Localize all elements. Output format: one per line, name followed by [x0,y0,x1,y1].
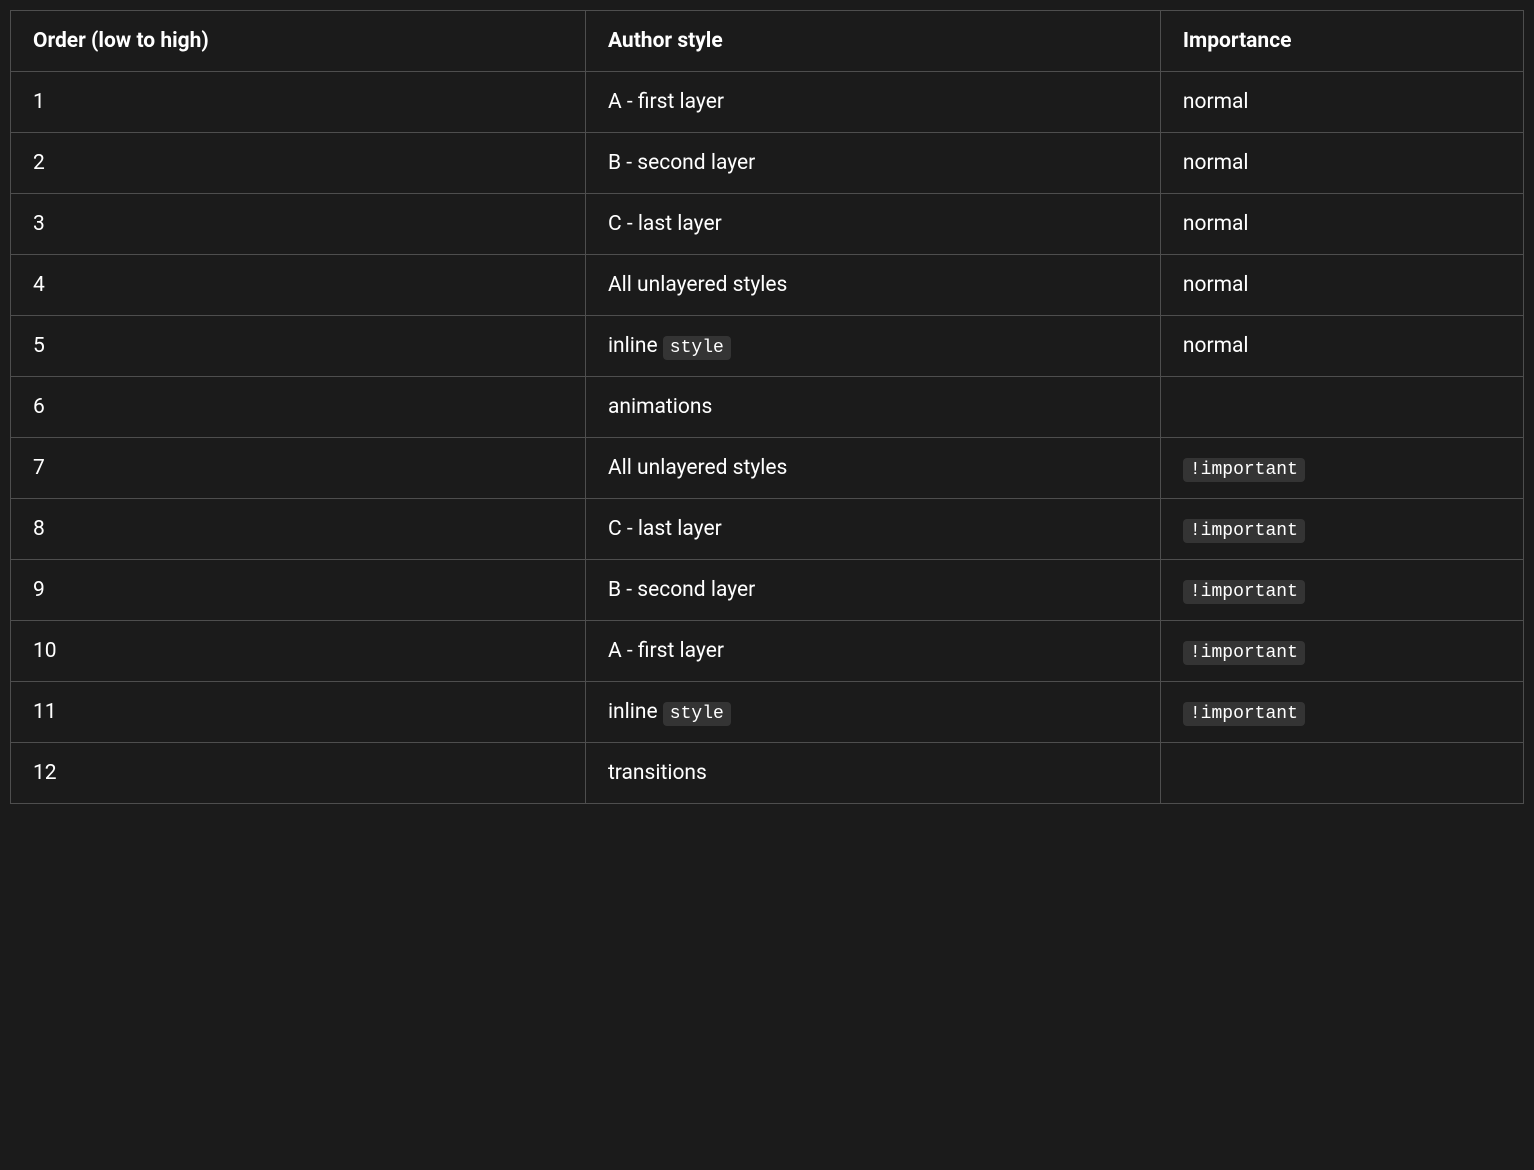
cell-order: 2 [11,133,586,194]
table-row: 11inline style !important [11,682,1524,743]
header-importance: Importance [1160,11,1523,72]
cell-order: 11 [11,682,586,743]
cell-importance: normal [1160,72,1523,133]
cell-order: 8 [11,499,586,560]
cell-author-style: C - last layer [585,194,1160,255]
table-row: 1A - first layernormal [11,72,1524,133]
table-header-row: Order (low to high) Author style Importa… [11,11,1524,72]
cell-order: 3 [11,194,586,255]
cell-order: 4 [11,255,586,316]
cell-order: 12 [11,743,586,804]
cell-author-style: B - second layer [585,133,1160,194]
code-token: !important [1183,580,1305,604]
cell-author-style: All unlayered styles [585,438,1160,499]
cell-importance: normal [1160,316,1523,377]
cell-author-style: inline style [585,316,1160,377]
cell-author-style: B - second layer [585,560,1160,621]
code-token: !important [1183,641,1305,665]
cell-importance: !important [1160,438,1523,499]
cell-order: 10 [11,621,586,682]
cell-importance: !important [1160,621,1523,682]
table-row: 10A - first layer !important [11,621,1524,682]
table-row: 4All unlayered stylesnormal [11,255,1524,316]
cell-importance: !important [1160,560,1523,621]
code-token: !important [1183,519,1305,543]
cell-order: 7 [11,438,586,499]
table-row: 12transitions [11,743,1524,804]
cell-author-style: animations [585,377,1160,438]
cell-importance: !important [1160,499,1523,560]
cell-author-style: C - last layer [585,499,1160,560]
cell-importance [1160,377,1523,438]
cell-order: 9 [11,560,586,621]
table-row: 5inline stylenormal [11,316,1524,377]
table-row: 9B - second layer !important [11,560,1524,621]
cell-author-style: inline style [585,682,1160,743]
code-token: !important [1183,702,1305,726]
cell-importance: normal [1160,255,1523,316]
cell-importance: normal [1160,133,1523,194]
table-row: 6animations [11,377,1524,438]
cell-importance: normal [1160,194,1523,255]
header-author-style: Author style [585,11,1160,72]
code-token: style [663,702,731,726]
cell-order: 1 [11,72,586,133]
code-token: style [663,336,731,360]
cell-author-style: transitions [585,743,1160,804]
cell-importance: !important [1160,682,1523,743]
table-row: 7All unlayered styles !important [11,438,1524,499]
header-order: Order (low to high) [11,11,586,72]
cascade-order-table: Order (low to high) Author style Importa… [10,10,1524,804]
cell-author-style: All unlayered styles [585,255,1160,316]
cell-importance [1160,743,1523,804]
cell-order: 6 [11,377,586,438]
cell-author-style: A - first layer [585,621,1160,682]
table-row: 2B - second layernormal [11,133,1524,194]
table-row: 3C - last layernormal [11,194,1524,255]
cell-order: 5 [11,316,586,377]
cell-author-style: A - first layer [585,72,1160,133]
code-token: !important [1183,458,1305,482]
table-row: 8C - last layer !important [11,499,1524,560]
